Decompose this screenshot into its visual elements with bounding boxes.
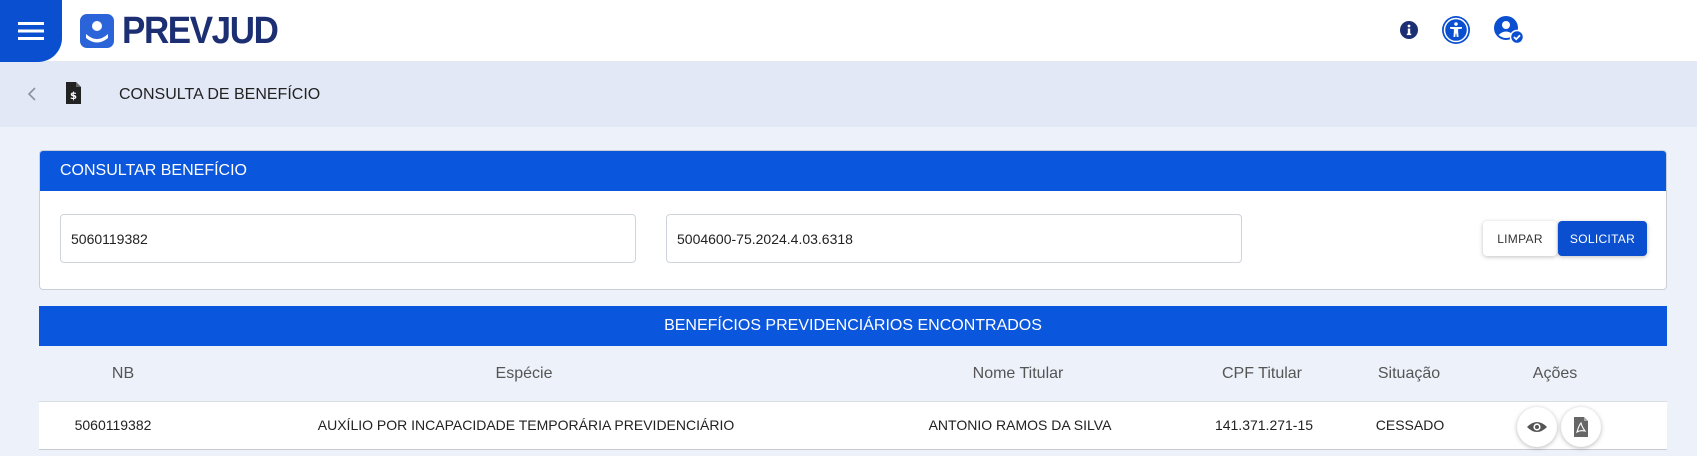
svg-text:$: $ (70, 91, 77, 102)
pdf-button[interactable] (1561, 407, 1601, 447)
info-button[interactable] (1399, 20, 1419, 40)
table-row: 5060119382 AUXÍLIO POR INCAPACIDADE TEMP… (39, 401, 1667, 450)
menu-icon (18, 22, 44, 40)
top-actions (1399, 15, 1525, 45)
column-header-especie[interactable]: Espécie (496, 365, 553, 383)
view-button[interactable] (1517, 407, 1557, 447)
process-number-input[interactable] (666, 214, 1242, 263)
logo-mark-icon (80, 14, 114, 48)
accessibility-button[interactable] (1441, 15, 1471, 45)
logo-text: PREVJUD (122, 9, 279, 52)
user-button[interactable] (1493, 15, 1525, 45)
pdf-icon (1574, 417, 1588, 437)
column-header-nome-titular[interactable]: Nome Titular (973, 365, 1064, 383)
breadcrumb: $ CONSULTA DE BENEFÍCIO (0, 62, 1697, 127)
results-title: BENEFÍCIOS PREVIDENCIÁRIOS ENCONTRADOS (39, 306, 1667, 346)
cell-nb: 5060119382 (74, 417, 152, 433)
column-header-cpf-titular[interactable]: CPF Titular (1222, 365, 1302, 383)
column-header-acoes: Ações (1532, 365, 1578, 382)
cell-especie: AUXÍLIO POR INCAPACIDADE TEMPORÁRIA PREV… (317, 417, 735, 433)
menu-button[interactable] (0, 0, 62, 62)
table-header: NB Espécie Nome Titular CPF Titular Situ… (39, 346, 1667, 402)
back-button[interactable] (25, 85, 41, 108)
chevron-left-icon (27, 87, 36, 101)
user-check-icon (1494, 16, 1525, 45)
eye-icon (1527, 422, 1547, 432)
column-header-situacao[interactable]: Situação (1378, 365, 1440, 383)
search-card: CONSULTAR BENEFÍCIO LIMPAR SOLICITAR (39, 150, 1667, 290)
accessibility-icon (1442, 16, 1470, 44)
cell-situacao: CESSADO (1375, 417, 1445, 433)
clear-button[interactable]: LIMPAR (1483, 221, 1557, 256)
cell-nome-titular: ANTONIO RAMOS DA SILVA (928, 417, 1112, 433)
app-logo[interactable]: PREVJUD (80, 10, 291, 52)
document-dollar-icon: $ (64, 82, 82, 109)
search-card-title: CONSULTAR BENEFÍCIO (40, 151, 1666, 191)
page-title: CONSULTA DE BENEFÍCIO (119, 86, 321, 103)
info-icon (1400, 21, 1418, 39)
submit-button[interactable]: SOLICITAR (1558, 221, 1647, 256)
top-bar: PREVJUD (0, 0, 1697, 62)
cell-cpf-titular: 141.371.271-15 (1214, 417, 1314, 433)
nb-input[interactable] (60, 214, 636, 263)
column-header-nb[interactable]: NB (112, 365, 134, 383)
